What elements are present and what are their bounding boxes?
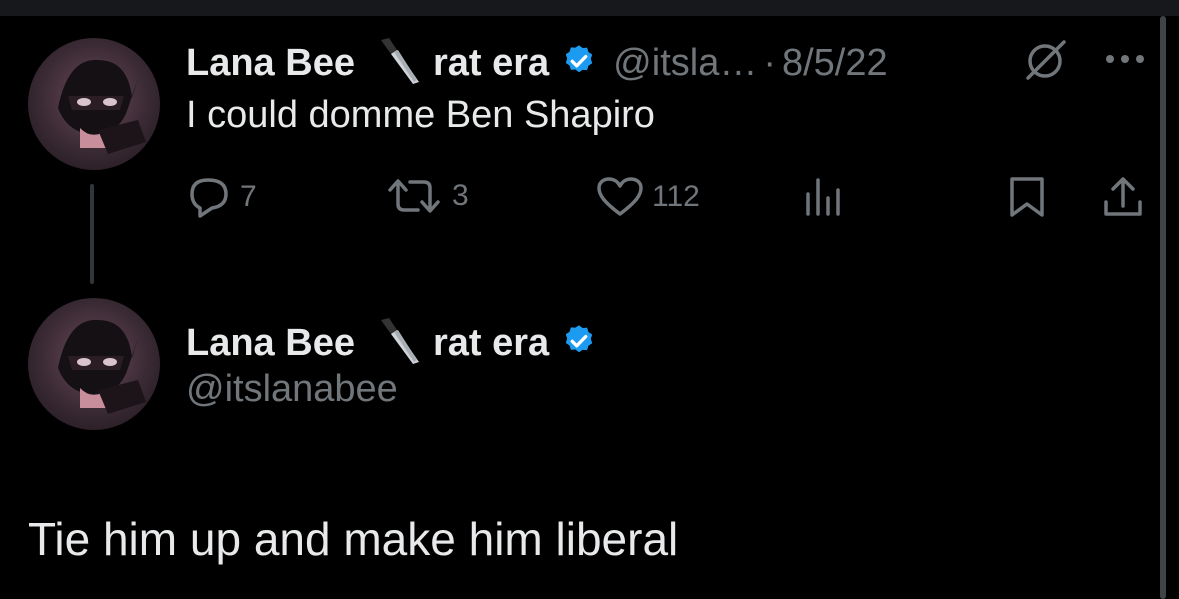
tweet-header: Lana Bee rat era @itsla… · 8/5/22 xyxy=(186,36,888,91)
author-handle[interactable]: @itsla… xyxy=(613,42,757,85)
reply-avatar[interactable] xyxy=(28,298,160,430)
tweet-date[interactable]: 8/5/22 xyxy=(782,42,888,85)
reply-header: Lana Bee rat era xyxy=(186,316,597,371)
reply-author-handle[interactable]: @itslanabee xyxy=(186,368,398,411)
bookmark-icon xyxy=(1010,177,1044,217)
heart-icon xyxy=(597,177,643,216)
analytics-icon xyxy=(806,178,840,216)
like-count: 112 xyxy=(652,180,700,213)
retweet-button[interactable]: 3 xyxy=(384,176,469,216)
separator-dot: · xyxy=(763,42,776,84)
verified-badge-icon[interactable] xyxy=(561,43,597,84)
verified-badge-icon[interactable] xyxy=(561,323,597,364)
views-button[interactable] xyxy=(804,176,844,218)
thread-line xyxy=(90,184,94,284)
reply-icon xyxy=(190,178,228,218)
reply-author-name-suffix[interactable]: rat era xyxy=(433,322,549,365)
more-options-icon[interactable] xyxy=(1104,52,1146,70)
share-icon xyxy=(1104,177,1142,216)
author-name-suffix[interactable]: rat era xyxy=(433,42,549,85)
reply-count: 7 xyxy=(240,180,257,213)
reply-text: Tie him up and make him liberal xyxy=(28,513,679,565)
author-name[interactable]: Lana Bee xyxy=(186,42,355,85)
knife-icon xyxy=(377,36,421,91)
grok-icon[interactable] xyxy=(1022,38,1068,89)
avatar[interactable] xyxy=(28,38,160,170)
reply-author-name[interactable]: Lana Bee xyxy=(186,322,355,365)
retweet-count: 3 xyxy=(452,179,469,212)
top-bar xyxy=(0,0,1179,16)
share-button[interactable] xyxy=(1102,176,1144,218)
avatar-image xyxy=(58,319,146,414)
knife-icon xyxy=(377,316,421,371)
avatar-image xyxy=(58,59,146,154)
scrollbar[interactable] xyxy=(1160,16,1166,599)
tweet-text: I could domme Ben Shapiro xyxy=(186,94,655,136)
like-button[interactable]: 112 xyxy=(596,176,700,218)
retweet-icon xyxy=(388,179,440,213)
reply-button[interactable]: 7 xyxy=(188,176,257,218)
bookmark-button[interactable] xyxy=(1008,176,1046,218)
